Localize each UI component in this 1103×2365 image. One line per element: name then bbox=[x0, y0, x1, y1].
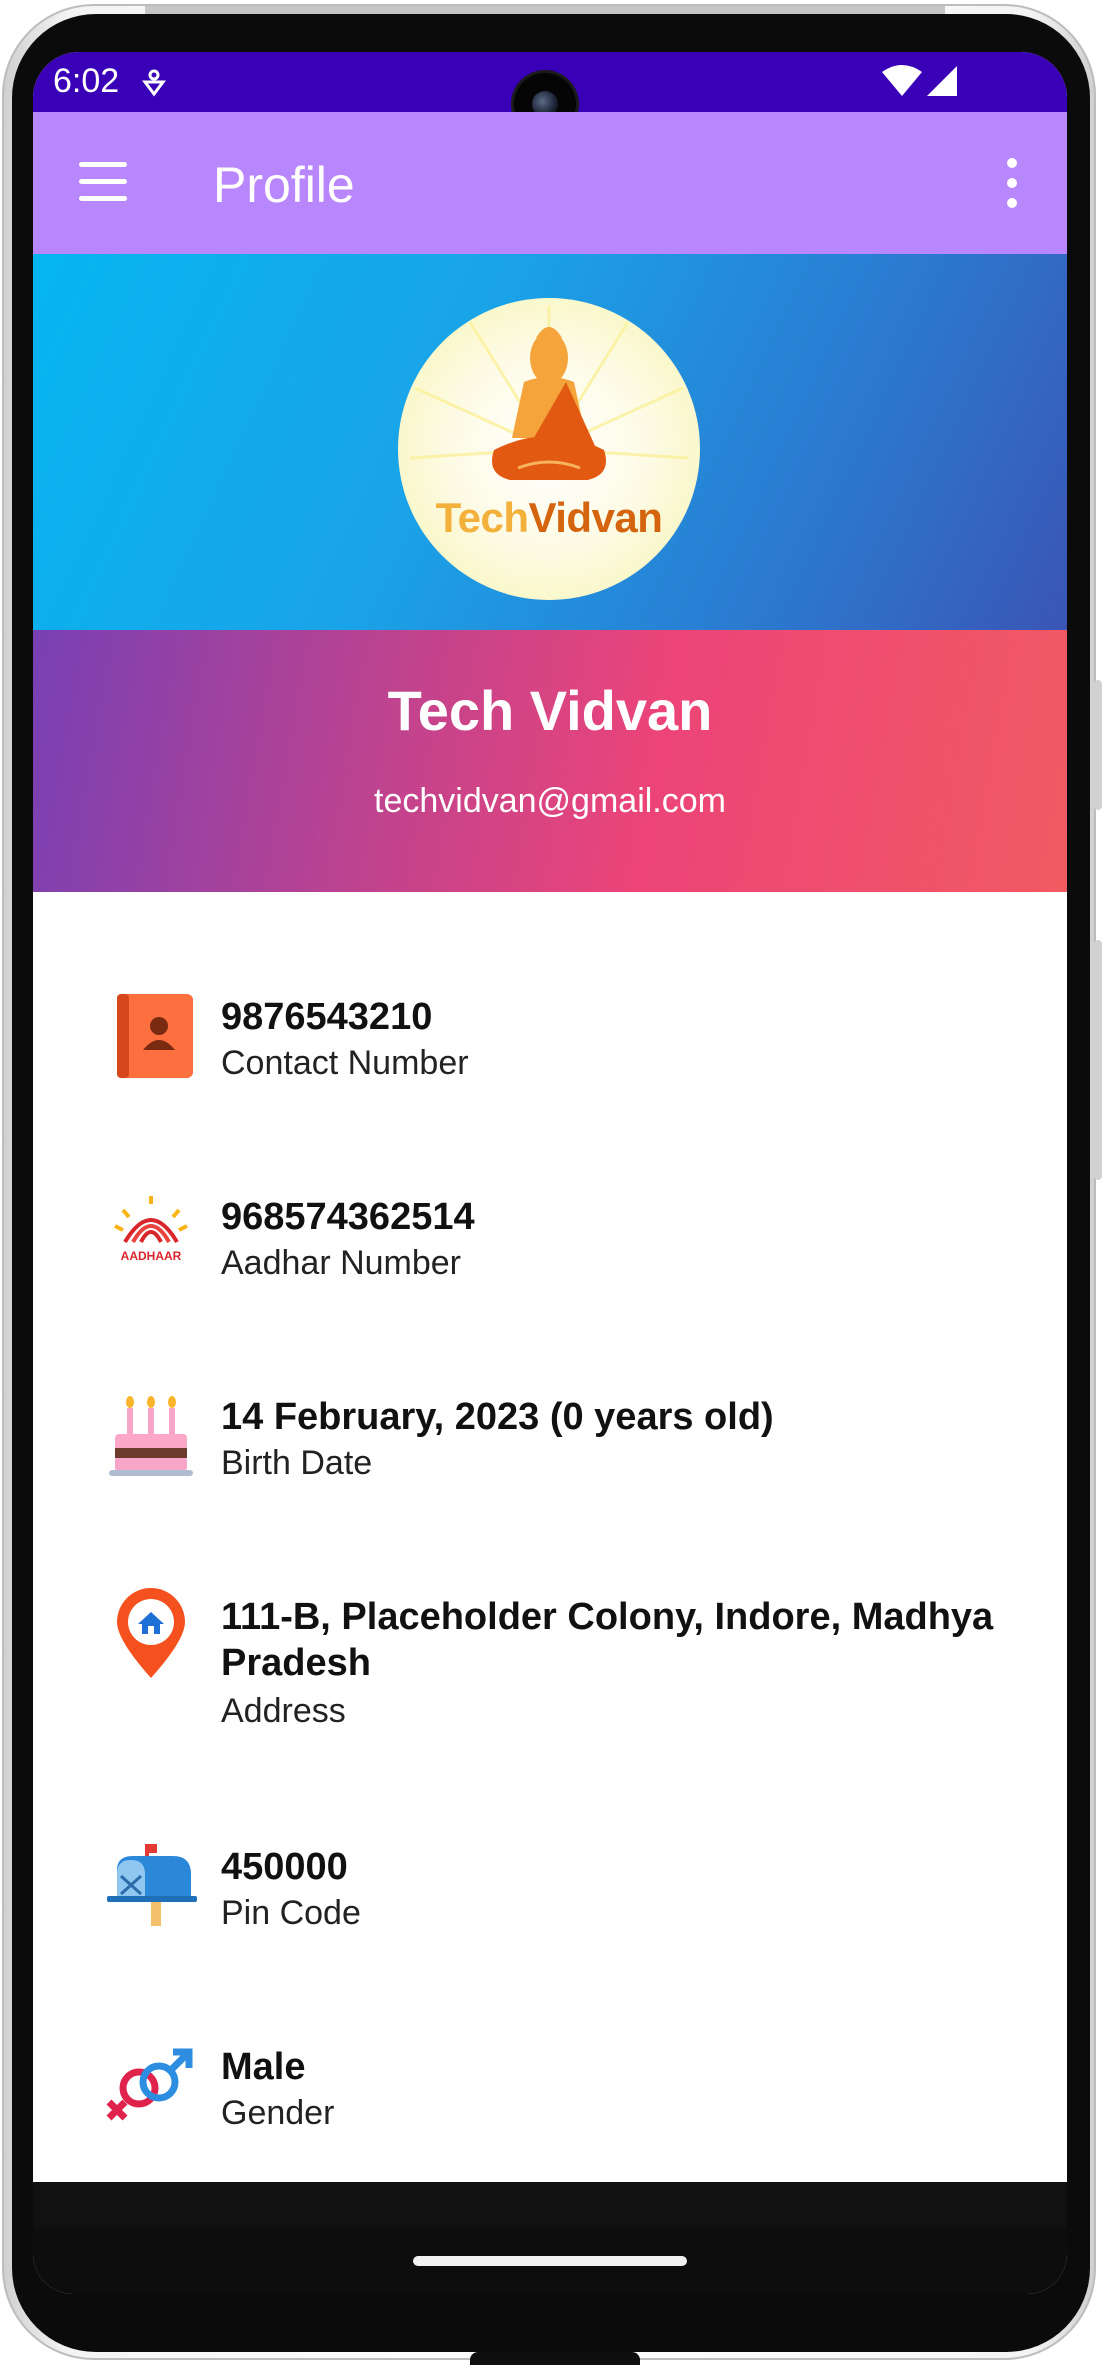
power-button bbox=[1094, 940, 1102, 1180]
contact-book-icon bbox=[103, 986, 199, 1082]
profile-email: techvidvan@gmail.com bbox=[374, 782, 726, 820]
hamburger-menu-icon[interactable] bbox=[79, 162, 127, 202]
techvidvan-logo: TechVidvan bbox=[398, 298, 700, 600]
wifi-icon bbox=[881, 64, 923, 103]
detail-label: Contact Number bbox=[221, 1044, 469, 1082]
page-title: Profile bbox=[213, 157, 355, 213]
home-gesture-handle[interactable] bbox=[413, 2256, 687, 2266]
phone-bottom-rim bbox=[470, 2352, 640, 2365]
navigation-bar-top bbox=[33, 2182, 1067, 2228]
screen: 6:02 Profile TechVidvan Tech Vidvan tech… bbox=[33, 52, 1067, 2294]
location-pin-home-icon bbox=[103, 1586, 199, 1682]
detail-value: 450000 bbox=[221, 1846, 348, 1888]
logo-text: TechVidvan bbox=[435, 494, 663, 541]
detail-value: 968574362514 bbox=[221, 1196, 475, 1238]
detail-label: Pin Code bbox=[221, 1894, 361, 1932]
profile-header: Tech Vidvan techvidvan@gmail.com bbox=[33, 630, 1067, 892]
detail-item-address: 111-B, Placeholder Colony, Indore, Madhy… bbox=[33, 1572, 1067, 1782]
detail-item-contact: 9876543210 Contact Number bbox=[33, 972, 1067, 1142]
notification-icon bbox=[141, 66, 167, 103]
mailbox-icon bbox=[103, 1836, 199, 1932]
app-bar: Profile bbox=[33, 112, 1067, 254]
aadhaar-logo-icon: AADHAAR bbox=[103, 1186, 199, 1282]
detail-value: Male bbox=[221, 2046, 306, 2088]
detail-label: Aadhar Number bbox=[221, 1244, 462, 1282]
detail-label: Address bbox=[221, 1692, 346, 1730]
detail-item-birthdate: 14 February, 2023 (0 years old) Birth Da… bbox=[33, 1372, 1067, 1542]
detail-value: 9876543210 bbox=[221, 996, 433, 1038]
aadhaar-wordmark: AADHAAR bbox=[121, 1249, 182, 1263]
detail-item-aadhar: AADHAAR 968574362514 Aadhar Number bbox=[33, 1172, 1067, 1342]
meditating-figure-icon bbox=[409, 306, 689, 480]
volume-button bbox=[1094, 680, 1102, 810]
detail-value: 111-B, Placeholder Colony, Indore, Madhy… bbox=[221, 1596, 994, 1684]
detail-label: Birth Date bbox=[221, 1444, 373, 1482]
detail-label: Gender bbox=[221, 2094, 335, 2132]
cell-signal-icon bbox=[925, 64, 959, 103]
gender-symbol-icon bbox=[103, 2036, 199, 2132]
status-time: 6:02 bbox=[53, 62, 120, 100]
detail-item-pincode: 450000 Pin Code bbox=[33, 1822, 1067, 1992]
more-vert-icon[interactable] bbox=[1001, 156, 1021, 210]
detail-value: 14 February, 2023 (0 years old) bbox=[221, 1396, 774, 1438]
profile-banner: TechVidvan bbox=[33, 254, 1067, 630]
profile-name: Tech Vidvan bbox=[387, 679, 713, 742]
birthday-cake-icon bbox=[103, 1386, 199, 1482]
detail-item-gender: Male Gender bbox=[33, 2022, 1067, 2192]
